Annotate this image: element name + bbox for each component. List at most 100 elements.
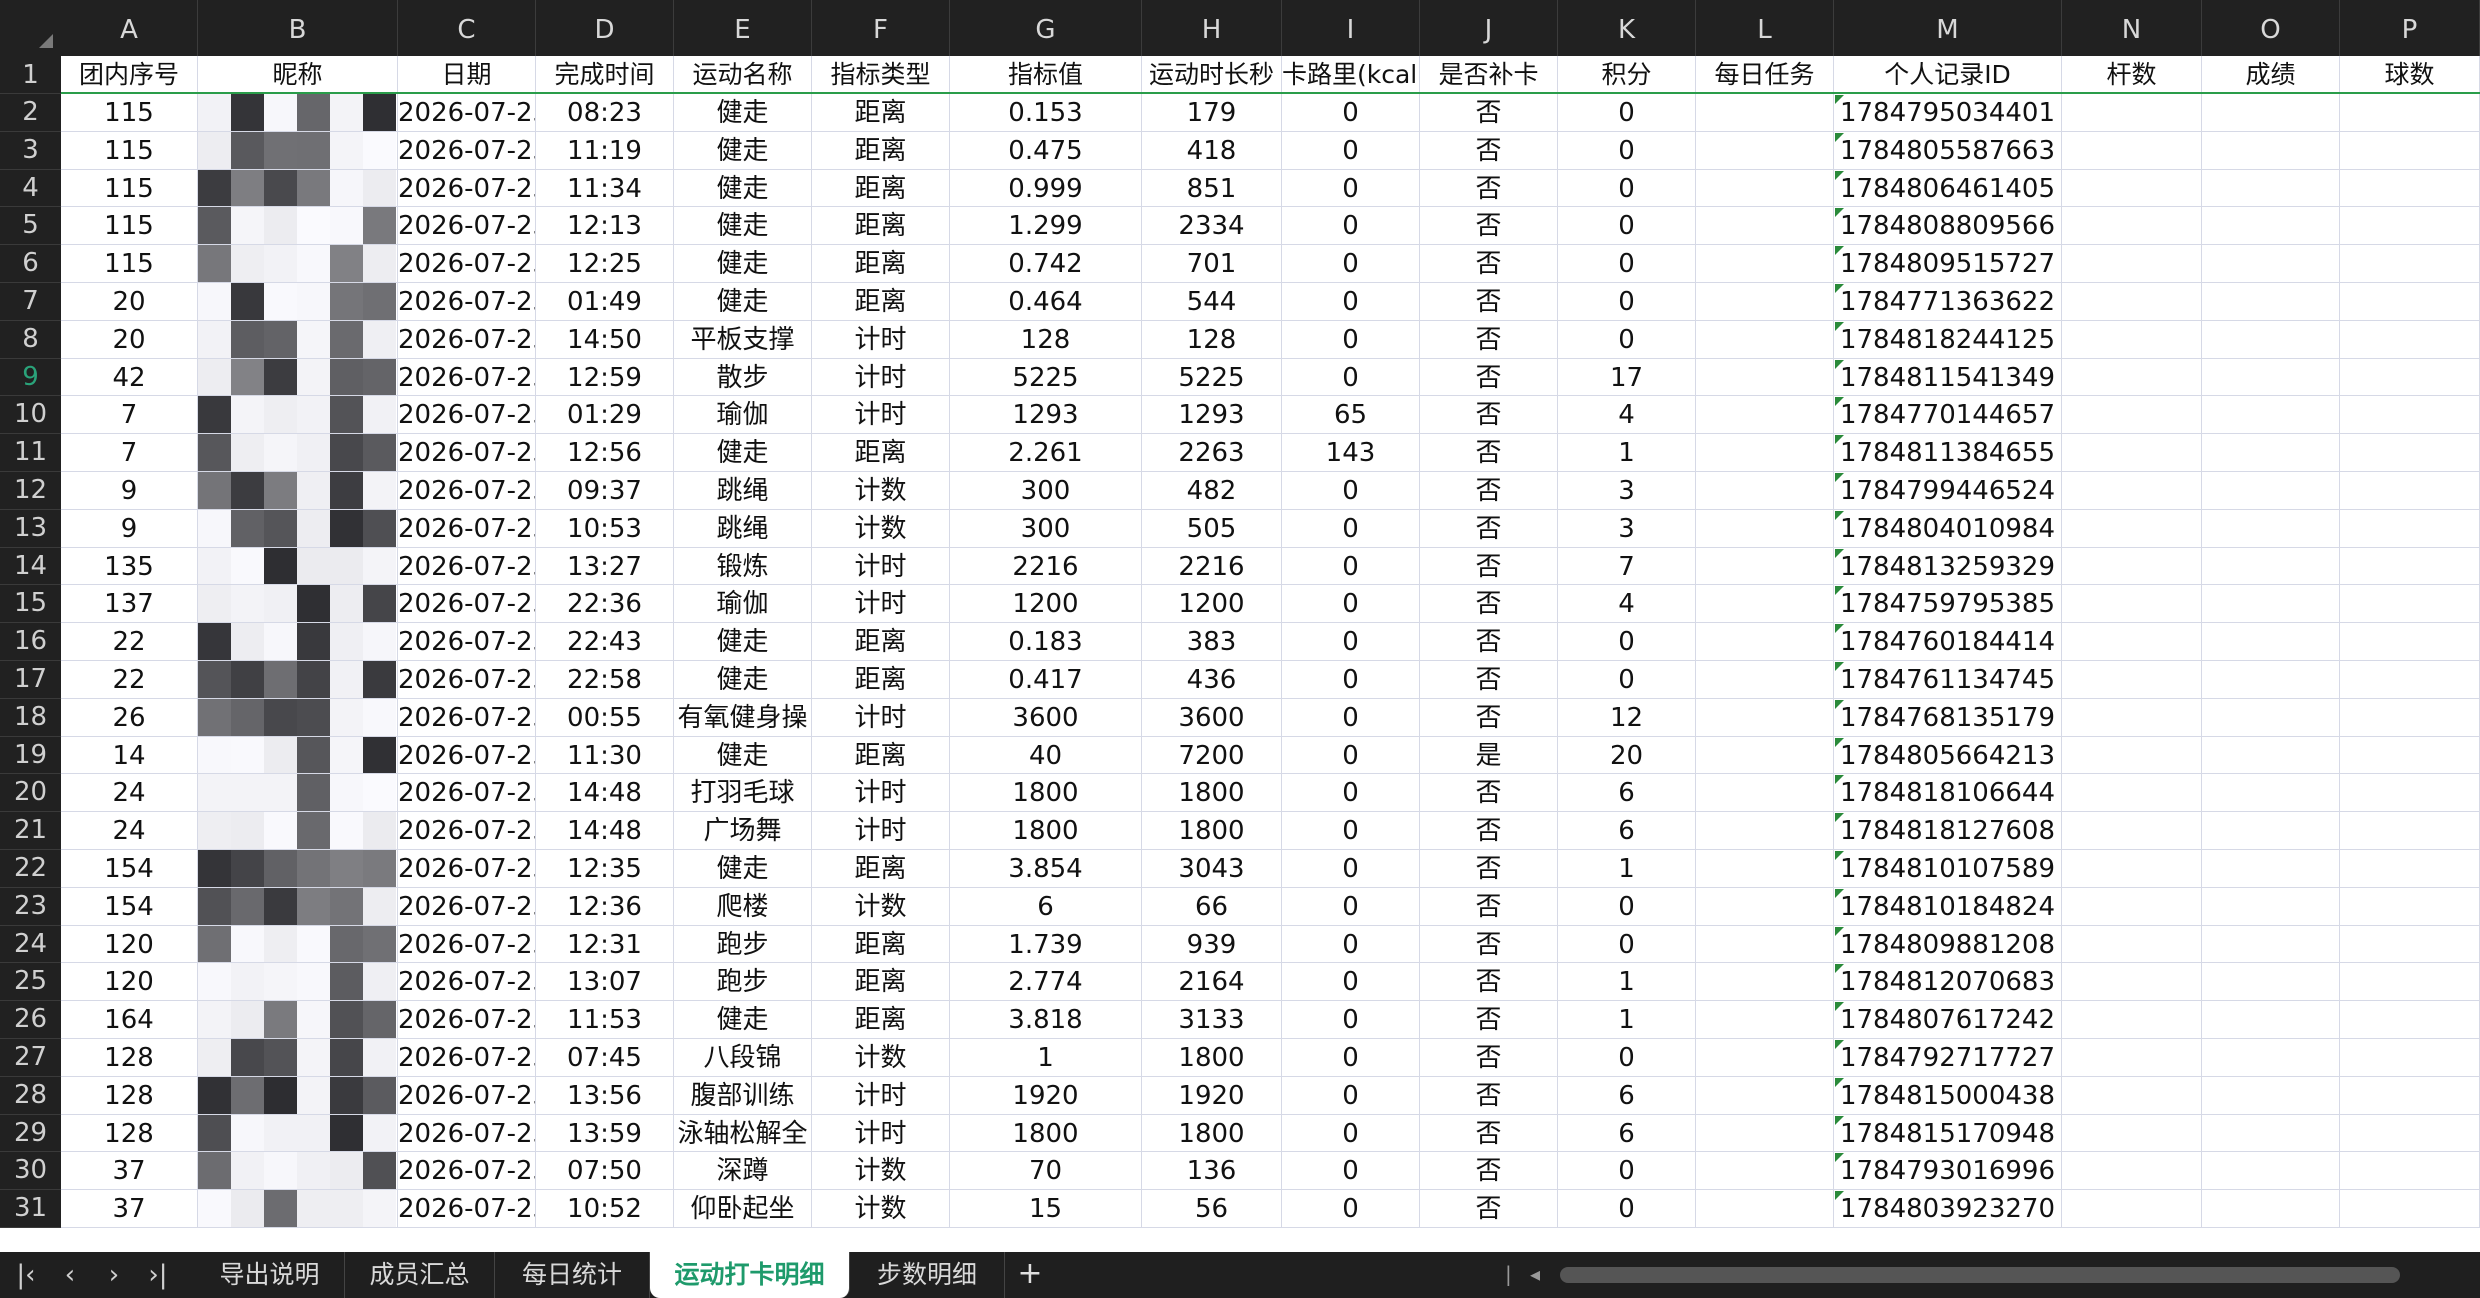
- cell-M[interactable]: 1784806461405: [1834, 169, 2062, 208]
- cell-E[interactable]: 健走: [674, 94, 812, 132]
- cell-I[interactable]: 0: [1282, 963, 1420, 1002]
- cell-L[interactable]: [1696, 94, 1834, 132]
- cell-M[interactable]: 1784818127608: [1834, 812, 2062, 850]
- cell-J[interactable]: 否: [1420, 245, 1558, 283]
- cell-N[interactable]: [2062, 1114, 2202, 1153]
- cell-N[interactable]: [2062, 1039, 2202, 1077]
- cell-F[interactable]: 距离: [812, 207, 950, 246]
- cell-G[interactable]: 300: [950, 472, 1142, 510]
- cell-B[interactable]: [198, 1039, 398, 1077]
- cell-N[interactable]: [2062, 207, 2202, 246]
- cell-H[interactable]: 482: [1142, 472, 1282, 510]
- cell-F[interactable]: 距离: [812, 283, 950, 321]
- row-header[interactable]: 27: [0, 1039, 61, 1077]
- cell-K[interactable]: 0: [1558, 94, 1696, 132]
- row-header[interactable]: 14: [0, 547, 61, 586]
- cell-O[interactable]: [2202, 812, 2340, 850]
- cell-G[interactable]: 6: [950, 887, 1142, 926]
- cell-M[interactable]: 1784811541349: [1834, 358, 2062, 397]
- cell-O[interactable]: [2202, 547, 2340, 586]
- cell-L[interactable]: [1696, 850, 1834, 888]
- cell-H[interactable]: 1200: [1142, 585, 1282, 624]
- cell-M[interactable]: 1784809881208: [1834, 925, 2062, 964]
- cell-G[interactable]: 0.464: [950, 283, 1142, 321]
- cell-D[interactable]: 12:35: [536, 850, 674, 888]
- cell-M[interactable]: 1784770144657: [1834, 396, 2062, 435]
- cell-K[interactable]: 4: [1558, 585, 1696, 624]
- row-header[interactable]: 15: [0, 585, 61, 624]
- cell-E[interactable]: 健走: [674, 736, 812, 775]
- cell-H[interactable]: 418: [1142, 131, 1282, 170]
- cell-B[interactable]: [198, 169, 398, 208]
- cell-E[interactable]: 腹部训练: [674, 1076, 812, 1115]
- cell-B[interactable]: [198, 547, 398, 586]
- cell-F[interactable]: 计数: [812, 1152, 950, 1191]
- cell-K[interactable]: 0: [1558, 320, 1696, 359]
- cell-A[interactable]: 128: [61, 1076, 198, 1115]
- header-cell[interactable]: 积分: [1558, 56, 1696, 94]
- cell-M[interactable]: 1784795034401: [1834, 94, 2062, 132]
- sheet-tab[interactable]: 导出说明: [195, 1252, 345, 1298]
- cell-H[interactable]: 2263: [1142, 434, 1282, 472]
- cell-L[interactable]: [1696, 1190, 1834, 1228]
- cell-G[interactable]: 3600: [950, 698, 1142, 737]
- cell-K[interactable]: 0: [1558, 661, 1696, 699]
- cell-G[interactable]: 0.417: [950, 661, 1142, 699]
- cell-C[interactable]: 2026-07-23: [398, 812, 536, 850]
- cell-P[interactable]: [2340, 887, 2480, 926]
- cell-N[interactable]: [2062, 1152, 2202, 1191]
- cell-C[interactable]: 2026-07-23: [398, 850, 536, 888]
- last-sheet-icon[interactable]: ›|: [140, 1258, 176, 1292]
- cell-F[interactable]: 距离: [812, 1001, 950, 1039]
- cell-E[interactable]: 健走: [674, 661, 812, 699]
- cell-G[interactable]: 0.475: [950, 131, 1142, 170]
- cell-C[interactable]: 2026-07-23: [398, 925, 536, 964]
- cell-J[interactable]: 否: [1420, 472, 1558, 510]
- cell-B[interactable]: [198, 736, 398, 775]
- cell-F[interactable]: 距离: [812, 623, 950, 661]
- cell-N[interactable]: [2062, 396, 2202, 435]
- cell-B[interactable]: [198, 661, 398, 699]
- cell-I[interactable]: 0: [1282, 547, 1420, 586]
- cell-G[interactable]: 0.999: [950, 169, 1142, 208]
- cell-K[interactable]: 1: [1558, 434, 1696, 472]
- sheet-tab[interactable]: 运动打卡明细: [650, 1252, 850, 1298]
- cell-D[interactable]: 14:48: [536, 812, 674, 850]
- row-header[interactable]: 29: [0, 1114, 61, 1153]
- cell-F[interactable]: 计数: [812, 472, 950, 510]
- row-header[interactable]: 7: [0, 283, 61, 321]
- cell-I[interactable]: 0: [1282, 623, 1420, 661]
- cell-G[interactable]: 1920: [950, 1076, 1142, 1115]
- column-header-D[interactable]: D: [536, 0, 674, 56]
- cell-O[interactable]: [2202, 661, 2340, 699]
- cell-B[interactable]: [198, 320, 398, 359]
- cell-F[interactable]: 计数: [812, 1039, 950, 1077]
- cell-P[interactable]: [2340, 169, 2480, 208]
- cell-A[interactable]: 164: [61, 1001, 198, 1039]
- cell-L[interactable]: [1696, 320, 1834, 359]
- cell-O[interactable]: [2202, 207, 2340, 246]
- cell-I[interactable]: 0: [1282, 850, 1420, 888]
- cell-H[interactable]: 2334: [1142, 207, 1282, 246]
- cell-B[interactable]: [198, 509, 398, 548]
- cell-O[interactable]: [2202, 94, 2340, 132]
- row-header[interactable]: 9: [0, 358, 61, 397]
- cell-H[interactable]: 1293: [1142, 396, 1282, 435]
- cell-D[interactable]: 12:36: [536, 887, 674, 926]
- cell-K[interactable]: 0: [1558, 1190, 1696, 1228]
- cell-O[interactable]: [2202, 509, 2340, 548]
- cell-J[interactable]: 否: [1420, 131, 1558, 170]
- cell-P[interactable]: [2340, 94, 2480, 132]
- cell-N[interactable]: [2062, 812, 2202, 850]
- cell-A[interactable]: 128: [61, 1114, 198, 1153]
- cell-A[interactable]: 115: [61, 131, 198, 170]
- cell-J[interactable]: 否: [1420, 925, 1558, 964]
- cell-J[interactable]: 否: [1420, 812, 1558, 850]
- column-header-A[interactable]: A: [61, 0, 198, 56]
- row-header[interactable]: 5: [0, 207, 61, 246]
- cell-E[interactable]: 健走: [674, 850, 812, 888]
- cell-K[interactable]: 1: [1558, 963, 1696, 1002]
- cell-L[interactable]: [1696, 358, 1834, 397]
- header-cell[interactable]: 卡路里(kcal): [1282, 56, 1420, 94]
- cell-H[interactable]: 1800: [1142, 1114, 1282, 1153]
